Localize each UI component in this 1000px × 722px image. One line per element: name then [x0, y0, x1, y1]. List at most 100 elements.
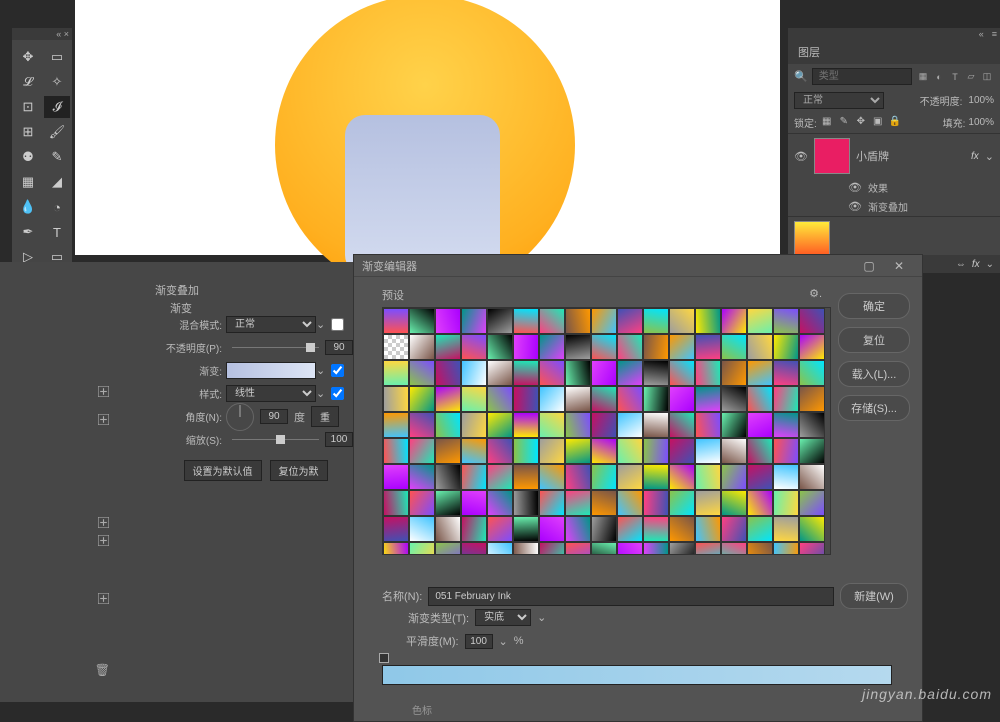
chevron-down-icon[interactable]: ⌄ — [499, 635, 508, 648]
preset-swatch[interactable] — [461, 334, 487, 360]
preset-swatch[interactable] — [435, 490, 461, 516]
preset-swatch[interactable] — [799, 490, 825, 516]
preset-swatch[interactable] — [773, 308, 799, 334]
preset-swatch[interactable] — [591, 438, 617, 464]
preset-swatch[interactable] — [487, 412, 513, 438]
healing-tool[interactable]: ✎ — [44, 146, 70, 168]
save-button[interactable]: 存储(S)... — [838, 395, 910, 421]
preset-swatch[interactable] — [591, 386, 617, 412]
preset-swatch[interactable] — [669, 516, 695, 542]
preset-swatch[interactable] — [773, 464, 799, 490]
preset-swatch[interactable] — [721, 542, 747, 555]
chevron-down-icon[interactable]: ⌄ — [316, 387, 325, 400]
angle-dial[interactable] — [226, 403, 254, 431]
preset-swatch[interactable] — [695, 516, 721, 542]
eyedropper-tool[interactable]: 𝓘 — [44, 96, 70, 118]
preset-swatch[interactable] — [435, 516, 461, 542]
set-default-button[interactable]: 设置为默认值 — [184, 460, 262, 481]
reset-angle-button[interactable]: 重 — [311, 406, 339, 427]
preset-swatch[interactable] — [617, 490, 643, 516]
preset-swatch[interactable] — [747, 490, 773, 516]
preset-swatch[interactable] — [799, 308, 825, 334]
preset-swatch[interactable] — [565, 386, 591, 412]
preset-swatch[interactable] — [617, 308, 643, 334]
effect-gradient-overlay[interactable]: 👁 渐变叠加 — [788, 197, 1000, 216]
close-button[interactable]: ✕ — [884, 256, 914, 276]
preset-swatch[interactable] — [721, 386, 747, 412]
chevron-down-icon[interactable]: ⌄ — [316, 364, 325, 377]
preset-swatch[interactable] — [643, 386, 669, 412]
preset-swatch[interactable] — [669, 360, 695, 386]
preset-swatch[interactable] — [409, 438, 435, 464]
canvas-area[interactable] — [75, 0, 780, 255]
brush-tool[interactable]: 🖌 — [44, 121, 70, 143]
preset-swatch[interactable] — [513, 542, 539, 555]
blend-mode-select[interactable]: 正常 — [226, 316, 316, 333]
visibility-icon[interactable]: 👁 — [848, 200, 862, 213]
preset-swatch[interactable] — [799, 542, 825, 555]
preset-swatch[interactable] — [773, 516, 799, 542]
preset-swatch[interactable] — [643, 412, 669, 438]
add-effect-button[interactable] — [0, 531, 115, 549]
preset-swatch[interactable] — [487, 334, 513, 360]
preset-swatch[interactable] — [565, 516, 591, 542]
preset-swatch[interactable] — [617, 412, 643, 438]
preset-swatch[interactable] — [513, 464, 539, 490]
layer-thumbnail[interactable] — [814, 138, 850, 174]
preset-swatch[interactable] — [409, 412, 435, 438]
dodge-tool[interactable]: ◔ — [44, 196, 70, 218]
preset-swatch[interactable] — [617, 360, 643, 386]
preset-swatch[interactable] — [773, 542, 799, 555]
preset-swatch[interactable] — [383, 438, 409, 464]
preset-swatch[interactable] — [461, 490, 487, 516]
pen-tool[interactable]: ✒ — [15, 221, 41, 243]
preset-swatch[interactable] — [721, 308, 747, 334]
preset-swatch[interactable] — [669, 438, 695, 464]
type-tool[interactable]: T — [44, 221, 70, 243]
preset-swatch[interactable] — [461, 464, 487, 490]
preset-swatch[interactable] — [409, 490, 435, 516]
preset-swatch[interactable] — [487, 386, 513, 412]
preset-swatch[interactable] — [617, 334, 643, 360]
preset-swatch[interactable] — [461, 412, 487, 438]
preset-swatch[interactable] — [487, 542, 513, 555]
layers-tab[interactable]: 图层 — [788, 40, 1000, 64]
preset-swatch[interactable] — [487, 516, 513, 542]
scale-input[interactable] — [325, 432, 353, 447]
preset-swatch[interactable] — [747, 386, 773, 412]
preset-swatch[interactable] — [565, 360, 591, 386]
frame-tool[interactable]: ⊞ — [15, 121, 41, 143]
link-icon[interactable]: ⇔ — [956, 259, 966, 270]
preset-swatch[interactable] — [695, 490, 721, 516]
preset-swatch[interactable] — [747, 542, 773, 555]
preset-swatch[interactable] — [643, 542, 669, 555]
preset-swatch[interactable] — [617, 386, 643, 412]
preset-swatch[interactable] — [435, 464, 461, 490]
preset-swatch[interactable] — [383, 334, 409, 360]
preset-swatch[interactable] — [643, 490, 669, 516]
preset-swatch[interactable] — [695, 360, 721, 386]
preset-swatch[interactable] — [643, 438, 669, 464]
preset-swatch[interactable] — [461, 360, 487, 386]
move-tool[interactable]: ✥ — [15, 46, 41, 68]
fx-icon[interactable]: fx — [972, 259, 980, 270]
chevron-down-icon[interactable]: ⌄ — [985, 150, 994, 163]
visibility-icon[interactable]: 👁 — [848, 181, 862, 194]
preset-swatch[interactable] — [591, 308, 617, 334]
preset-swatch[interactable] — [539, 464, 565, 490]
preset-swatch[interactable] — [773, 334, 799, 360]
preset-swatch[interactable] — [695, 542, 721, 555]
blur-tool[interactable]: 💧 — [15, 196, 41, 218]
preset-swatch[interactable] — [773, 490, 799, 516]
preset-swatch[interactable] — [643, 334, 669, 360]
preset-swatch[interactable] — [617, 464, 643, 490]
preset-swatch[interactable] — [643, 308, 669, 334]
preset-swatch[interactable] — [721, 464, 747, 490]
preset-swatch[interactable] — [383, 542, 409, 555]
preset-swatch[interactable] — [721, 490, 747, 516]
preset-swatch[interactable] — [643, 516, 669, 542]
preset-swatch[interactable] — [591, 490, 617, 516]
preset-swatch[interactable] — [435, 542, 461, 555]
preset-swatch[interactable] — [461, 438, 487, 464]
preset-swatch[interactable] — [487, 438, 513, 464]
